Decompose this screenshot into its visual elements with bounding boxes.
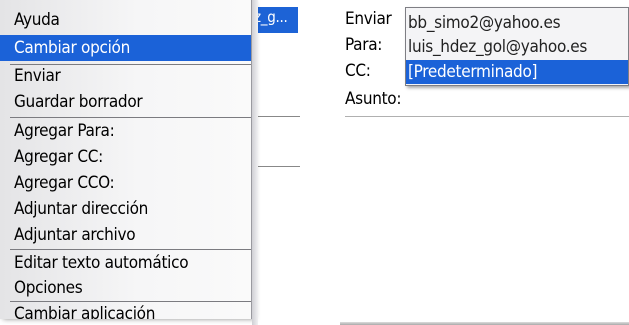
sender-account-dropdown[interactable]: bb_simo2@yahoo.es luis_hdez_gol@yahoo.es… xyxy=(405,7,629,86)
menu-item-agregar-para[interactable]: Agregar Para: xyxy=(0,118,251,144)
menu-item-adjuntar-archivo[interactable]: Adjuntar archivo xyxy=(0,222,251,248)
menu-item-guardar-borrador[interactable]: Guardar borrador xyxy=(0,89,251,115)
menu-item-adjuntar-direccion[interactable]: Adjuntar dirección xyxy=(0,196,251,222)
menu-item-editar-texto-automatico[interactable]: Editar texto automático xyxy=(0,250,251,276)
asunto-label: Asunto: xyxy=(345,89,402,109)
para-label: Para: xyxy=(345,35,383,55)
menu-scroll-shadow xyxy=(252,0,258,325)
dropdown-option-bb-simo2[interactable]: bb_simo2@yahoo.es xyxy=(406,11,628,35)
context-menu: Ayuda Cambiar opción Enviar Guardar borr… xyxy=(0,0,252,319)
subject-divider xyxy=(345,116,629,117)
cc-label: CC: xyxy=(345,61,371,81)
subject-input[interactable] xyxy=(417,89,617,111)
left-screen: z_g... Ayuda Cambiar opción Enviar Guard… xyxy=(0,0,300,325)
dropdown-option-luis-hdez-gol[interactable]: luis_hdez_gol@yahoo.es xyxy=(406,35,628,59)
menu-item-ayuda[interactable]: Ayuda xyxy=(0,7,251,33)
background-field-text: z_g... xyxy=(254,8,288,26)
menu-item-enviar[interactable]: Enviar xyxy=(0,63,251,89)
menu-item-cambiar-opcion[interactable]: Cambiar opción xyxy=(0,35,251,61)
dropdown-option-predeterminado[interactable]: [Predeterminado] xyxy=(406,60,628,84)
menu-item-agregar-cco[interactable]: Agregar CCO: xyxy=(0,170,251,196)
menu-item-cambiar-aplicacion[interactable]: Cambiar aplicación xyxy=(0,301,251,319)
menu-item-opciones[interactable]: Opciones xyxy=(0,275,251,301)
enviar-label: Enviar xyxy=(345,9,392,29)
menu-item-agregar-cc[interactable]: Agregar CC: xyxy=(0,144,251,170)
